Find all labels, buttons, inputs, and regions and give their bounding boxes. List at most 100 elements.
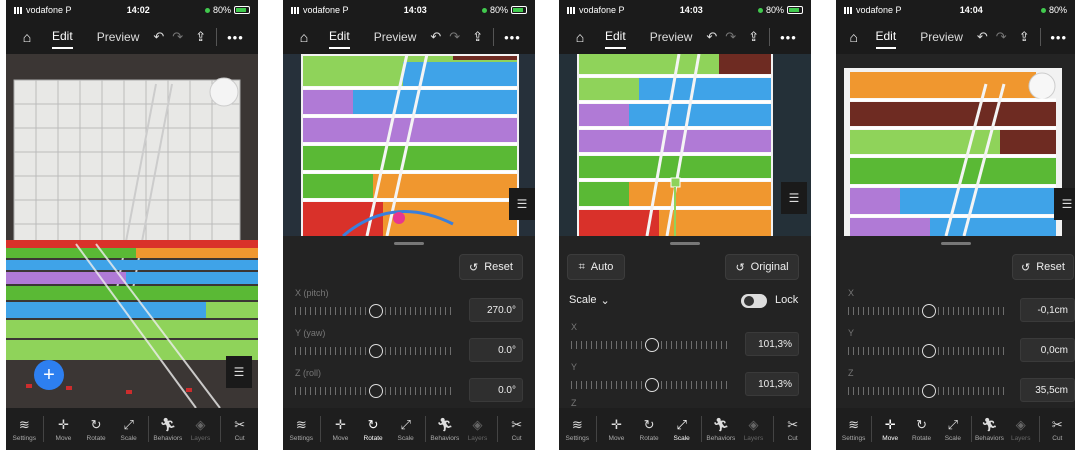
layers-list-icon[interactable]: ☰	[226, 356, 252, 388]
tool-rotate[interactable]: ↻ Rotate	[636, 417, 663, 442]
tool-layers[interactable]: ◈ Layers	[464, 417, 491, 442]
share-icon[interactable]: ⇪	[195, 29, 206, 45]
x-pitch-value[interactable]: 270.0°	[469, 298, 523, 322]
tool-move[interactable]: ✛ Move	[327, 417, 354, 442]
x-scale-slider[interactable]	[571, 338, 731, 352]
panel-drag-handle[interactable]	[670, 242, 700, 245]
home-icon[interactable]: ⌂	[844, 29, 864, 45]
tool-rotate[interactable]: ↻ Rotate	[83, 417, 110, 442]
tool-settings[interactable]: ≋ Settings	[11, 417, 38, 442]
redo-icon[interactable]: ↷	[449, 29, 460, 45]
original-button[interactable]: ↺ Original	[725, 254, 799, 280]
tab-preview[interactable]: Preview	[920, 30, 963, 44]
tool-rotate[interactable]: ↻ Rotate	[360, 417, 387, 442]
share-icon[interactable]: ⇪	[472, 29, 483, 45]
tool-cut[interactable]: ✂ Cut	[1044, 417, 1071, 442]
undo-icon[interactable]: ↶	[977, 29, 988, 45]
slider-thumb[interactable]	[369, 384, 383, 398]
more-icon[interactable]: •••	[227, 30, 244, 45]
z-position-slider[interactable]	[848, 384, 1008, 398]
tab-preview[interactable]: Preview	[374, 30, 417, 44]
panel-drag-handle[interactable]	[940, 242, 971, 245]
tool-label: Cut	[234, 434, 245, 442]
y-position-value[interactable]: 0,0cm	[1020, 338, 1075, 362]
tool-cut[interactable]: ✂ Cut	[779, 417, 806, 442]
redo-icon[interactable]: ↷	[172, 29, 183, 45]
tool-behaviors[interactable]: 🏃︎ Behaviors	[153, 417, 182, 442]
slider-thumb[interactable]	[369, 304, 383, 318]
tool-scale[interactable]: ⤢ Scale	[668, 417, 695, 442]
share-icon[interactable]: ⇪	[748, 29, 759, 45]
slider-thumb[interactable]	[922, 304, 936, 318]
tab-edit[interactable]: Edit	[52, 25, 73, 49]
x-position-value[interactable]: -0,1cm	[1020, 298, 1075, 322]
tool-behaviors[interactable]: 🏃︎ Behaviors	[975, 417, 1004, 442]
redo-icon[interactable]: ↷	[996, 29, 1007, 45]
slider-thumb[interactable]	[645, 338, 659, 352]
scale-mode-dropdown[interactable]: Scale ⌄	[569, 294, 610, 307]
tab-edit[interactable]: Edit	[605, 25, 626, 49]
layers-list-icon[interactable]: ☰	[1054, 188, 1075, 220]
tab-edit[interactable]: Edit	[329, 25, 350, 49]
tool-cut[interactable]: ✂ Cut	[226, 417, 253, 442]
y-position-slider[interactable]	[848, 344, 1008, 358]
home-icon[interactable]: ⌂	[14, 29, 40, 45]
z-roll-value[interactable]: 0.0°	[469, 378, 523, 402]
redo-icon[interactable]: ↷	[725, 29, 736, 45]
ar-camera-view[interactable]: ☰	[283, 54, 535, 236]
reset-button[interactable]: ↺ Reset	[459, 254, 523, 280]
y-scale-slider[interactable]	[571, 378, 731, 392]
tool-behaviors[interactable]: 🏃︎ Behaviors	[430, 417, 459, 442]
tool-scale[interactable]: ⤢ Scale	[115, 417, 142, 442]
tab-preview[interactable]: Preview	[650, 30, 693, 44]
tool-scale[interactable]: ⤢ Scale	[939, 417, 966, 442]
add-button[interactable]: +	[34, 360, 64, 390]
more-icon[interactable]: •••	[504, 30, 521, 45]
slider-thumb[interactable]	[922, 384, 936, 398]
tool-move[interactable]: ✛ Move	[50, 417, 77, 442]
layers-list-icon[interactable]: ☰	[781, 182, 807, 214]
home-icon[interactable]: ⌂	[291, 29, 317, 45]
slider-thumb[interactable]	[369, 344, 383, 358]
z-roll-slider[interactable]	[295, 384, 455, 398]
more-icon[interactable]: •••	[780, 30, 797, 45]
undo-icon[interactable]: ↶	[706, 29, 717, 45]
tab-edit[interactable]: Edit	[875, 25, 897, 49]
tool-settings[interactable]: ≋ Settings	[564, 417, 591, 442]
tool-cut[interactable]: ✂ Cut	[503, 417, 530, 442]
tool-settings[interactable]: ≋ Settings	[288, 417, 315, 442]
x-position-slider[interactable]	[848, 304, 1008, 318]
lock-toggle[interactable]	[741, 294, 767, 308]
home-icon[interactable]: ⌂	[567, 29, 593, 45]
z-position-value[interactable]: 35,5cm	[1020, 378, 1075, 402]
rotate-panel: ↺ Reset X (pitch) 270.0° Y (yaw) 0.0° Z (…	[283, 236, 535, 408]
x-pitch-slider[interactable]	[295, 304, 455, 318]
ar-camera-view[interactable]: ☰	[559, 54, 811, 236]
y-yaw-value[interactable]: 0.0°	[469, 338, 523, 362]
x-scale-value[interactable]: 101,3%	[745, 332, 799, 356]
tool-rotate[interactable]: ↻ Rotate	[908, 417, 935, 442]
tool-move[interactable]: ✛ Move	[603, 417, 630, 442]
tool-settings[interactable]: ≋ Settings	[840, 417, 867, 442]
slider-thumb[interactable]	[922, 344, 936, 358]
undo-icon[interactable]: ↶	[430, 29, 441, 45]
tool-move[interactable]: ✛ Move	[877, 417, 904, 442]
y-yaw-slider[interactable]	[295, 344, 455, 358]
ar-camera-view[interactable]: ☰	[836, 54, 1075, 236]
ar-camera-view[interactable]: + ☰	[6, 54, 258, 408]
tool-behaviors[interactable]: 🏃︎ Behaviors	[706, 417, 735, 442]
tool-layers[interactable]: ◈ Layers	[187, 417, 214, 442]
slider-thumb[interactable]	[645, 378, 659, 392]
tab-preview[interactable]: Preview	[97, 30, 140, 44]
y-scale-value[interactable]: 101,3%	[745, 372, 799, 396]
auto-button[interactable]: ⌗ Auto	[567, 254, 625, 280]
tool-layers[interactable]: ◈ Layers	[1007, 417, 1034, 442]
panel-drag-handle[interactable]	[394, 242, 424, 245]
more-icon[interactable]: •••	[1050, 30, 1067, 45]
tool-scale[interactable]: ⤢ Scale	[392, 417, 419, 442]
tool-layers[interactable]: ◈ Layers	[740, 417, 767, 442]
reset-button[interactable]: ↺ Reset	[1012, 254, 1074, 280]
layers-list-icon[interactable]: ☰	[509, 188, 535, 220]
undo-icon[interactable]: ↶	[153, 29, 164, 45]
share-icon[interactable]: ⇪	[1019, 29, 1030, 45]
